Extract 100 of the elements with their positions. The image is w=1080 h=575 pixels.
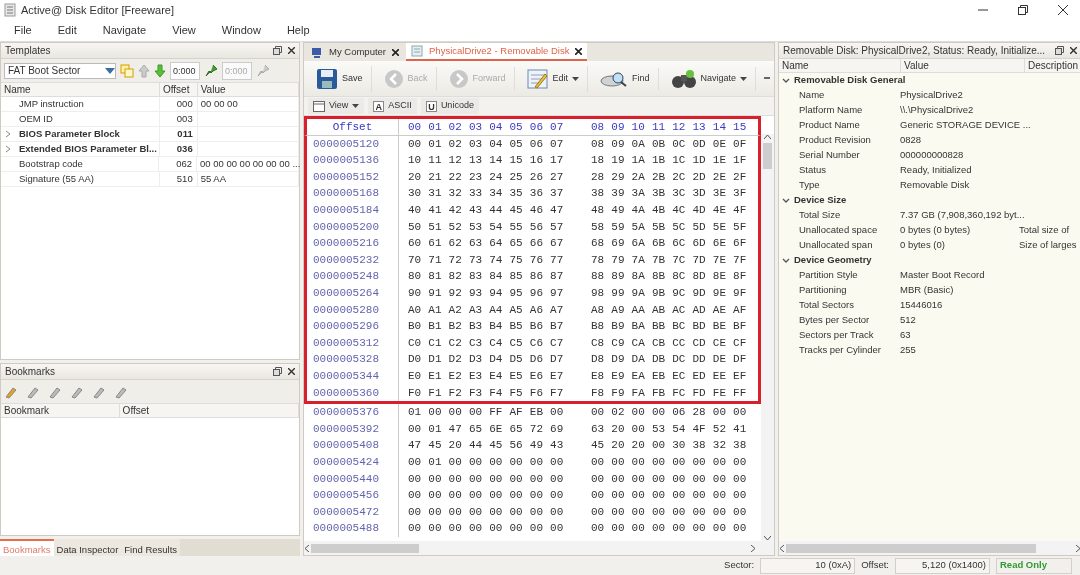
pin-icon[interactable]	[204, 63, 218, 78]
restore-icon[interactable]	[273, 367, 282, 376]
field-offset: 036	[176, 141, 193, 156]
hex-bytes: 78 79 7A 7B 7C 7D 7E 7F	[591, 252, 748, 268]
close-icon[interactable]	[288, 368, 295, 375]
field-offset: 510	[176, 171, 193, 186]
hex-bytes: 08 09 0A 0B 0C 0D 0E 0F	[591, 136, 748, 152]
property-name: Partitioning	[799, 284, 847, 296]
menu-item[interactable]: Help	[284, 21, 312, 40]
close-icon[interactable]	[575, 47, 583, 55]
hex-bytes: 10 11 12 13 14 15 16 17	[408, 153, 565, 169]
chevron-down-icon[interactable]	[782, 77, 790, 84]
field-offset: 062	[176, 156, 192, 171]
hex-bytes: 30 31 32 33 34 35 36 37	[408, 186, 565, 202]
property-value: MBR (Basic)	[900, 284, 954, 296]
property-value: Generic STORAGE DEVICE ...	[900, 119, 1031, 131]
scrollbar-thumb[interactable]	[763, 143, 773, 169]
hex-bytes: 00 01 00 00 00 00 00 00	[408, 454, 565, 470]
toolbar-button[interactable]: U Unicode	[420, 98, 479, 114]
property-value: \\.\PhysicalDrive2	[900, 104, 974, 116]
row-offset: 0000005472	[307, 503, 399, 521]
menu-item[interactable]: Navigate	[100, 21, 149, 40]
toolbar-button[interactable]: Save	[308, 65, 372, 92]
menu-item[interactable]: View	[170, 21, 198, 40]
scroll-right-icon[interactable]	[1076, 544, 1080, 552]
hex-bytes: 48 49 4A 4B 4C 4D 4E 4F	[591, 203, 748, 218]
hex-bytes: 01 00 00 00 FF AF EB 00	[408, 405, 565, 421]
column-header: Value	[901, 59, 1025, 72]
row-offset: 0000005376	[307, 404, 399, 421]
hex-bytes: 00 02 00 00 06 28 00 00	[591, 405, 748, 421]
close-icon[interactable]	[1058, 5, 1068, 15]
find-icon	[600, 69, 629, 88]
chevron-down-icon[interactable]	[782, 197, 790, 204]
toolbar-button[interactable]: Navigate	[662, 66, 757, 91]
property-value: Removable Disk	[900, 179, 970, 191]
scrollbar-thumb[interactable]	[311, 543, 419, 553]
scroll-up-icon[interactable]	[764, 134, 772, 139]
overflow-icon[interactable]	[764, 77, 770, 80]
hex-bytes: 00 01 47 65 6E 65 72 69	[408, 421, 565, 437]
hex-bytes: 00 00 00 00 00 00 00 00	[408, 504, 565, 520]
forward-icon	[448, 68, 469, 89]
column-header: Name	[779, 59, 901, 72]
property-value: 63	[900, 329, 911, 341]
chevron-down-icon[interactable]	[782, 257, 790, 264]
menu-item[interactable]: Window	[219, 21, 263, 40]
row-offset: 0000005136	[307, 152, 399, 169]
column-header: Offset	[307, 119, 399, 135]
hex-bytes: 63 20 00 53 54 4F 52 41	[591, 421, 748, 437]
tab[interactable]: Data Inspector	[53, 539, 122, 556]
field-name: Signature (55 AA)	[19, 171, 94, 186]
status-label: Offset:	[861, 558, 889, 573]
offset-field: 5,120 (0x1400)	[895, 557, 990, 574]
tab[interactable]: PhysicalDrive2 - Removable Disk	[406, 43, 588, 61]
toolbar-button[interactable]: Edit	[518, 65, 589, 92]
row-offset: 0000005424	[307, 453, 399, 471]
column-header: Name	[1, 83, 160, 96]
field-name: OEM ID	[19, 111, 53, 126]
menu-item[interactable]: Edit	[55, 21, 79, 40]
property-name: Name	[799, 89, 825, 101]
property-value: 0828	[900, 134, 922, 146]
hex-bytes: 00 00 00 00 00 00 00 00	[591, 488, 748, 504]
property-value: Ready, Initialized	[900, 164, 972, 176]
property-name: Product Revision	[799, 134, 871, 146]
close-icon[interactable]	[1070, 47, 1077, 54]
tab[interactable]: Find Results	[121, 539, 181, 556]
property-name: Sectors per Track	[799, 329, 874, 341]
restore-icon[interactable]	[1018, 5, 1028, 15]
hex-bytes: 45 20 20 00 30 38 32 38	[591, 438, 748, 454]
caret-icon	[105, 67, 115, 74]
down-arrow-icon[interactable]	[154, 63, 166, 78]
row-offset: 0000005344	[307, 367, 399, 385]
scroll-left-icon[interactable]	[304, 544, 309, 552]
scroll-right-icon[interactable]	[751, 544, 756, 552]
offset-field[interactable]: 0:000	[170, 61, 200, 80]
restore-icon[interactable]	[1055, 46, 1064, 55]
close-icon[interactable]	[288, 47, 295, 54]
menu-item[interactable]: File	[12, 21, 34, 40]
row-offset: 0000005360	[307, 384, 399, 402]
scroll-down-icon[interactable]	[764, 536, 772, 541]
field-name: Extended BIOS Parameter Bl...	[19, 141, 157, 156]
property-name: Status	[799, 164, 826, 176]
hex-bytes: 00 00 00 00 00 00 00 00	[591, 454, 748, 470]
close-icon[interactable]	[392, 48, 399, 56]
computer-icon	[311, 46, 323, 58]
hex-bytes: D8 D9 DA DB DC DD DE DF	[591, 352, 748, 368]
scroll-left-icon[interactable]	[779, 544, 784, 552]
hex-bytes: 00 00 00 00 00 00 00 00	[591, 471, 748, 487]
property-name: Tracks per Cylinder	[799, 344, 881, 356]
read-only-indicator: Read Only	[996, 557, 1072, 574]
save-icon	[316, 67, 338, 90]
caret-icon	[740, 76, 748, 81]
toolbar-button[interactable]: Find	[592, 67, 659, 90]
toolbar-button[interactable]: A ASCII	[368, 98, 417, 114]
template-dropdown[interactable]: FAT Boot Sector	[4, 62, 116, 79]
hex-bytes: 20 21 22 23 24 25 26 27	[408, 169, 565, 185]
scrollbar-thumb[interactable]	[786, 543, 1036, 553]
property-name: Product Name	[799, 119, 860, 131]
toolbar-button[interactable]: View	[308, 98, 365, 114]
restore-icon[interactable]	[273, 46, 282, 55]
field-value: 00 00 00	[200, 96, 238, 111]
